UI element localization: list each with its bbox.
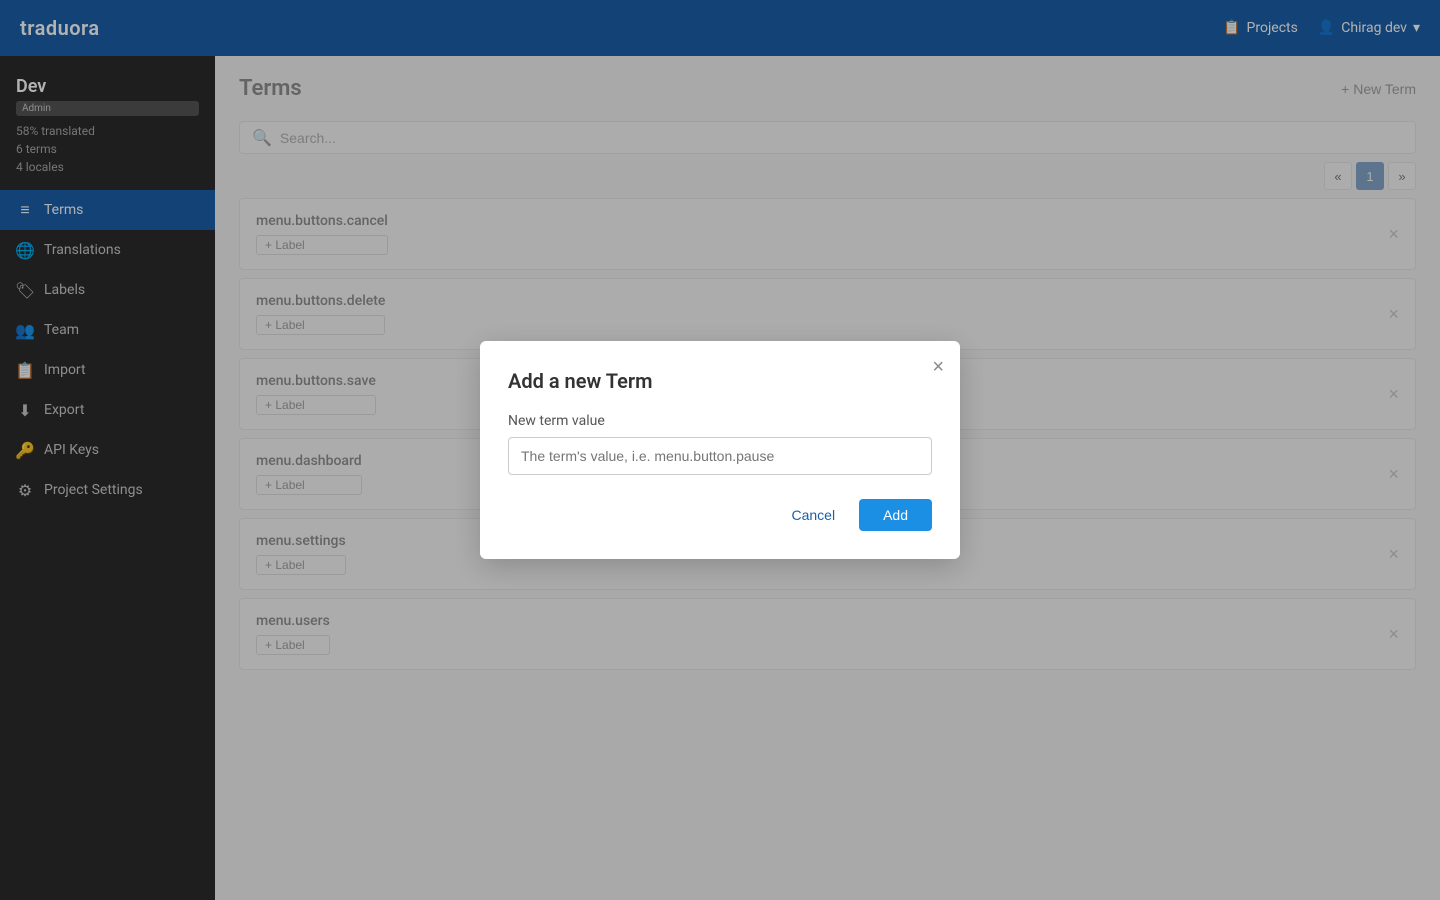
modal-field-label: New term value (508, 413, 932, 429)
modal-close-button[interactable]: × (932, 357, 944, 377)
cancel-button[interactable]: Cancel (779, 499, 847, 531)
add-term-modal: × Add a new Term New term value Cancel A… (480, 341, 960, 559)
new-term-input[interactable] (508, 437, 932, 475)
add-button[interactable]: Add (859, 499, 932, 531)
modal-title: Add a new Term (508, 369, 932, 393)
modal-overlay: × Add a new Term New term value Cancel A… (0, 0, 1440, 900)
modal-actions: Cancel Add (508, 499, 932, 531)
